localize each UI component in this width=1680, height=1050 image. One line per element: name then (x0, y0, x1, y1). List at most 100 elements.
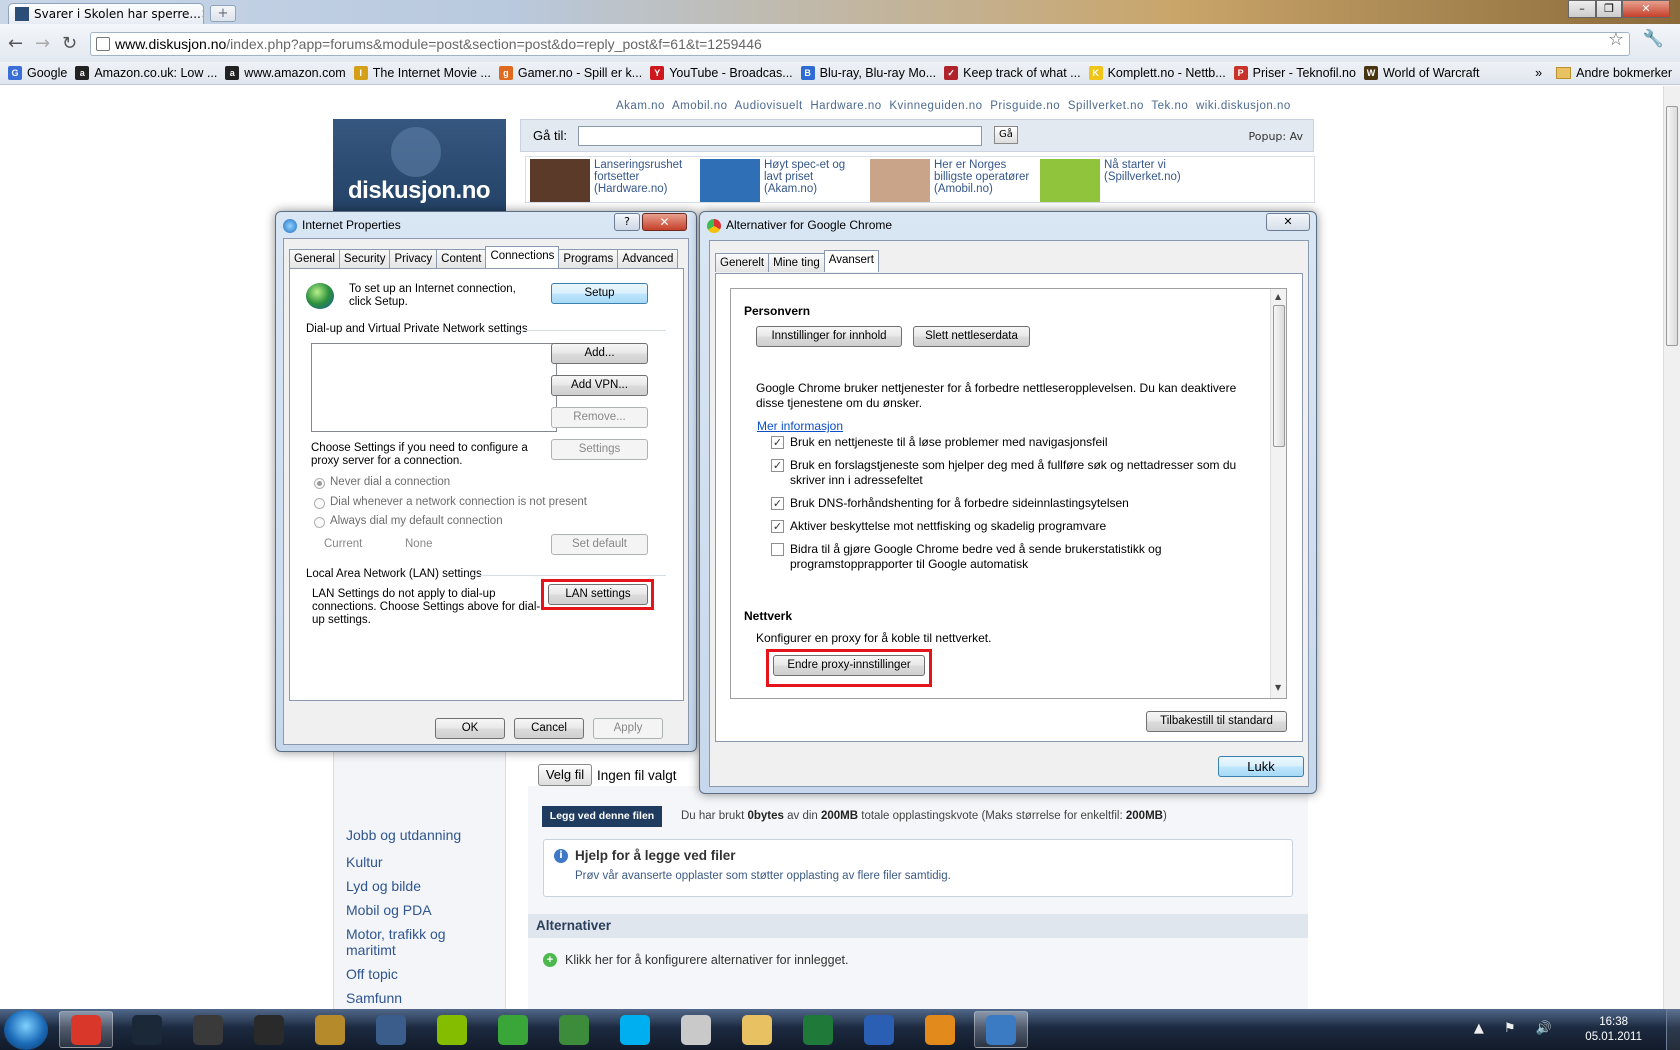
radio-dial-whenever[interactable] (314, 498, 325, 509)
sidebar-item[interactable]: Samfunn (346, 990, 496, 1006)
sidebar-item[interactable]: Mobil og PDA (346, 902, 496, 918)
checkbox[interactable]: ✓ (771, 436, 784, 449)
taskbar-skype-icon[interactable] (608, 1011, 662, 1048)
reset-to-default-button[interactable]: Tilbakestill til standard (1146, 711, 1287, 732)
choose-file-button[interactable]: Velg fil (538, 764, 592, 786)
taskbar-internet-options-icon[interactable] (974, 1011, 1028, 1048)
settings-scrollbar[interactable]: ▲ ▼ (1270, 289, 1286, 698)
sidebar-item[interactable]: Off topic (346, 966, 496, 982)
tab-privacy[interactable]: Privacy (389, 249, 438, 268)
reload-icon[interactable]: ↻ (62, 33, 77, 54)
scroll-up-icon[interactable]: ▲ (1275, 292, 1281, 301)
bookmark-item[interactable]: B Blu-ray, Blu-ray Mo... (800, 66, 936, 80)
taskbar-excel-icon[interactable] (791, 1011, 845, 1048)
ok-button[interactable]: OK (435, 718, 505, 739)
radio-never-dial[interactable] (314, 478, 325, 489)
checkbox[interactable]: ✓ (771, 459, 784, 472)
tab-general[interactable]: General (289, 249, 340, 268)
bookmark-star-icon[interactable]: ☆ (1608, 29, 1624, 50)
tab-advanced[interactable]: Advanced (617, 249, 679, 268)
ad-item[interactable]: Nå starter vi (Spillverket.no) (1040, 157, 1205, 204)
taskbar-media-icon[interactable] (486, 1011, 540, 1048)
other-bookmarks[interactable]: Andre bokmerker (1576, 66, 1672, 80)
taskbar-chrome-icon[interactable] (59, 1011, 113, 1048)
options-link-text[interactable]: Klikk her for å konfigurere alternativer… (565, 953, 848, 967)
scroll-down-icon[interactable]: ▼ (1275, 683, 1281, 692)
radio-always-dial[interactable] (314, 517, 325, 528)
tab-connections[interactable]: Connections (485, 246, 560, 268)
dialog-close-button[interactable]: ✕ (1266, 213, 1310, 231)
minimize-button[interactable]: – (1568, 0, 1596, 18)
taskbar-outlook-icon[interactable] (913, 1011, 967, 1048)
cancel-button[interactable]: Cancel (514, 718, 584, 739)
taskbar-starcraft-icon[interactable] (364, 1011, 418, 1048)
bookmark-item[interactable]: a www.amazon.com (225, 66, 346, 80)
system-tray[interactable]: ▲ ⚑ 🔊 (1474, 1021, 1560, 1036)
setup-button[interactable]: Setup (551, 283, 648, 304)
apply-button[interactable]: Apply (593, 718, 663, 739)
add-button[interactable]: Add... (551, 343, 648, 364)
bookmark-item[interactable]: W World of Warcraft (1363, 66, 1480, 80)
ad-item[interactable]: Lanseringsrushet fortsetter (Hardware.no… (530, 157, 695, 204)
bookmarks-overflow-icon[interactable]: » (1535, 66, 1542, 80)
new-tab-button[interactable]: + (210, 5, 236, 22)
bookmark-item[interactable]: I The Internet Movie ... (353, 66, 491, 80)
sidebar-item[interactable]: Motor, trafikk og maritimt (346, 926, 496, 958)
network-links[interactable]: Akam.no Amobil.no Audiovisuelt Hardware.… (616, 100, 1291, 112)
attach-file-button[interactable]: Legg ved denne filen (542, 806, 662, 827)
scrollbar-thumb[interactable] (1666, 106, 1678, 346)
taskbar-wow-icon[interactable] (303, 1011, 357, 1048)
bookmark-item[interactable]: Y YouTube - Broadcas... (650, 66, 793, 80)
tab-close-icon[interactable]: ✕ (201, 7, 203, 21)
connections-list[interactable] (311, 343, 557, 432)
taskbar-steam-icon[interactable] (120, 1011, 174, 1048)
content-settings-button[interactable]: Innstillinger for innhold (756, 326, 902, 347)
help-button[interactable]: ? (614, 213, 640, 231)
bookmark-item[interactable]: a Amazon.co.uk: Low ... (75, 66, 217, 80)
browser-tab[interactable]: Svarer i Skolen har sperre... ✕ (8, 3, 204, 24)
taskbar-notepad-icon[interactable] (669, 1011, 723, 1048)
scrollbar-thumb[interactable] (1273, 305, 1285, 447)
taskbar-utorrent-icon[interactable] (547, 1011, 601, 1048)
tab-generelt[interactable]: Generelt (715, 253, 770, 272)
goto-button[interactable]: Gå (994, 126, 1018, 144)
dialog-close-button[interactable]: ✕ (642, 213, 687, 231)
bookmark-item[interactable]: P Priser - Teknofil.no (1233, 66, 1356, 80)
window-close-button[interactable]: ✕ (1622, 0, 1670, 18)
goto-input[interactable] (578, 126, 982, 146)
remove-button[interactable]: Remove... (551, 407, 648, 428)
sidebar-item[interactable]: Jobb og utdanning (346, 827, 461, 843)
help-link[interactable]: Prøv vår avanserte opplaster som støtter… (575, 870, 951, 882)
tab-mine-ting[interactable]: Mine ting (768, 253, 825, 272)
sidebar-item[interactable]: Kultur (346, 854, 496, 870)
close-options-button[interactable]: Lukk (1218, 756, 1304, 777)
taskbar-game2-icon[interactable] (242, 1011, 296, 1048)
clear-browsing-data-button[interactable]: Slett nettleserdata (913, 326, 1030, 347)
taskbar-word-icon[interactable] (852, 1011, 906, 1048)
tab-security[interactable]: Security (338, 249, 391, 268)
tab-programs[interactable]: Programs (558, 249, 619, 268)
set-default-button[interactable]: Set default (551, 534, 648, 555)
address-bar[interactable]: www.diskusjon.no/index.php?app=forums&mo… (90, 32, 1630, 56)
ad-item[interactable]: Høyt spec-et og lavt priset (Akam.no) (700, 157, 865, 204)
tab-avansert[interactable]: Avansert (823, 250, 879, 272)
maximize-button[interactable]: ❐ (1596, 0, 1622, 18)
forward-icon[interactable]: → (35, 33, 50, 54)
tab-content[interactable]: Content (436, 249, 487, 268)
connection-settings-button[interactable]: Settings (551, 439, 648, 460)
bookmark-item[interactable]: G Google (8, 66, 67, 80)
add-vpn-button[interactable]: Add VPN... (551, 375, 648, 396)
wrench-menu-icon[interactable]: 🔧 (1643, 29, 1664, 49)
back-icon[interactable]: ← (8, 33, 23, 54)
sidebar-item[interactable]: Lyd og bilde (346, 878, 496, 894)
options-link[interactable]: + Klikk her for å konfigurere alternative… (543, 953, 848, 967)
show-desktop-button[interactable] (1666, 1009, 1680, 1050)
checkbox[interactable] (771, 543, 784, 556)
checkbox[interactable]: ✓ (771, 520, 784, 533)
checkbox[interactable]: ✓ (771, 497, 784, 510)
more-info-link[interactable]: Mer informasjon (757, 419, 843, 433)
taskbar-spotify-icon[interactable] (425, 1011, 479, 1048)
bookmark-item[interactable]: ✓ Keep track of what ... (944, 66, 1081, 80)
page-scrollbar[interactable] (1663, 86, 1680, 1009)
popup-toggle[interactable]: Popup: Av (1248, 130, 1303, 143)
